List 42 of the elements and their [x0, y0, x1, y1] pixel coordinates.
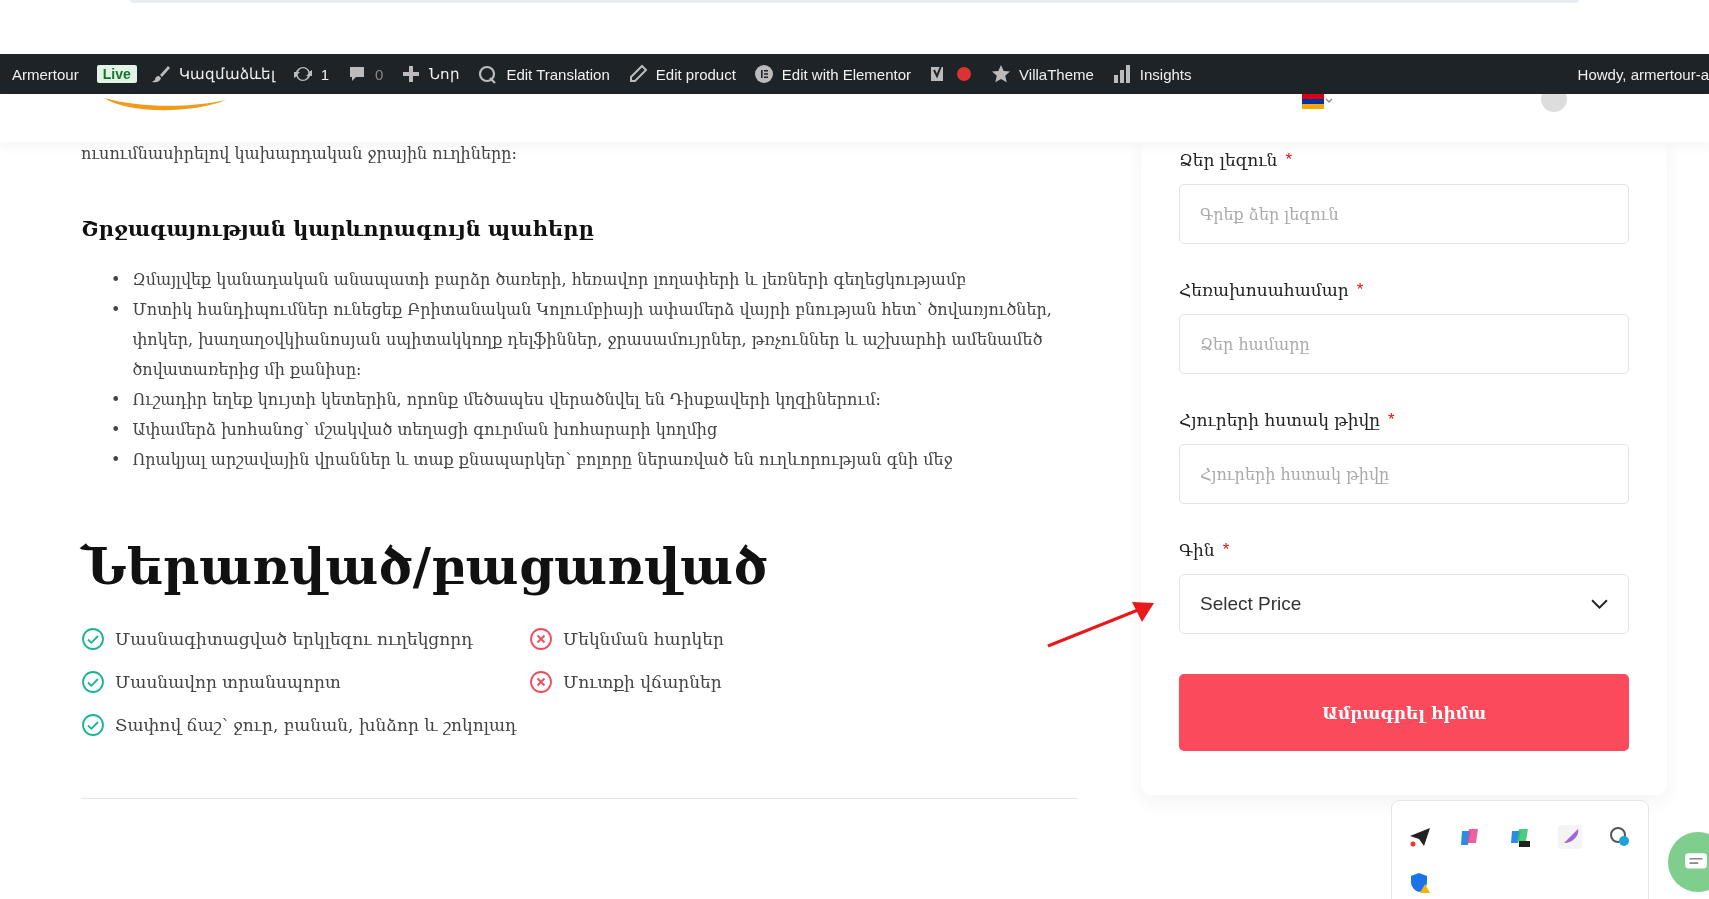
field-label: Հյուրերի հստակ թիվը	[1179, 410, 1380, 430]
edit-elementor-link[interactable]: Edit with Elementor	[781, 65, 912, 83]
list-item: Մեկնման հարկեր	[563, 628, 724, 649]
field-label: Գին	[1179, 540, 1215, 560]
bullet-marker: •	[111, 389, 121, 411]
field-label: Ձեր լեզուն	[1179, 150, 1278, 170]
edit-translation-link[interactable]: Edit Translation	[506, 65, 610, 83]
live-badge: Live	[96, 65, 137, 83]
bullet-marker: •	[111, 419, 121, 441]
bullet-marker: •	[111, 299, 121, 321]
section-heading: Շրջագայության կարևորագույն պահերը	[81, 216, 595, 241]
price-select[interactable]: Select Price	[1179, 574, 1629, 634]
list-item: Մուտքի վճարներ	[563, 671, 722, 692]
new-link[interactable]: Նոր	[429, 65, 461, 83]
input-field[interactable]: Ձեր համարը	[1179, 314, 1629, 374]
comments-count[interactable]: 0	[375, 65, 384, 83]
field-label: Հեռախոսահամար	[1179, 280, 1349, 300]
updates-count[interactable]: 1	[320, 65, 330, 83]
bullet-marker: •	[111, 269, 121, 291]
required-mark: *	[1285, 150, 1293, 170]
list-item: Մասնագիտացված երկլեզու ուղեկցորդ	[115, 628, 474, 649]
site-link[interactable]: Armertour	[12, 65, 79, 83]
bullet-item: Մոտիկ հանդիպումներ ունեցեք Բրիտանական Կոլումբիայի ափամերձ վայրի բնության հետ՝ ծովառյուծներ, փոկեր, խաղաղօվկիանոսյան սպիտակկողք դելֆիններ, ջրասամույրներ, թռչուններ և աշխարհի ամենամեծ ծովատառերից մի քանիսը:	[132, 299, 1053, 381]
required-mark: *	[1222, 540, 1230, 560]
input-field[interactable]: Հյուրերի հստակ թիվը	[1179, 444, 1629, 504]
list-item: Մասնավոր տրանսպորտ	[115, 671, 341, 692]
bullet-item: Ուշադիր եղեք կույտի կետերին, որոնք մեծապես վերածնվել են Դիսքավերի կղզիներում:	[132, 389, 881, 411]
required-mark: *	[1388, 410, 1395, 430]
required-mark: *	[1356, 280, 1364, 300]
input-field[interactable]: Գրեք ձեր լեզուն	[1179, 184, 1629, 244]
bullet-item: Զմայլվեք կանադական անապատի բարձր ծառերի, հեռավոր լողափերի և լեռների գեղեցկությամբ	[132, 269, 967, 291]
villatheme-link[interactable]: VillaTheme	[1019, 65, 1094, 83]
customize-link[interactable]: Կազմաձևել	[178, 65, 275, 83]
section-heading: Ներառված/բացառված	[81, 537, 769, 597]
edit-product-link[interactable]: Edit product	[655, 65, 736, 83]
bullet-item: Որակյալ արշավային վրաններ և տաք քնապարկեր՝ բոլորը ներառված են ուղևորության գնի մեջ	[132, 449, 953, 471]
list-item: Տափով ճաշ՝ ջուր, բանան, խնձոր և շոկոլադ	[115, 714, 517, 735]
account-link[interactable]: Howdy, armertour-a	[1577, 65, 1709, 83]
bullet-marker: •	[111, 449, 121, 471]
bullet-item: Ափամերձ խոհանոց՝ մշակված տեղացի գուրման խոհարարի կողմից	[132, 419, 718, 441]
paragraph: ուսումնասիրելով կախարդական ջրային ուղիները:	[81, 143, 518, 165]
insights-link[interactable]: Insights	[1139, 65, 1192, 83]
